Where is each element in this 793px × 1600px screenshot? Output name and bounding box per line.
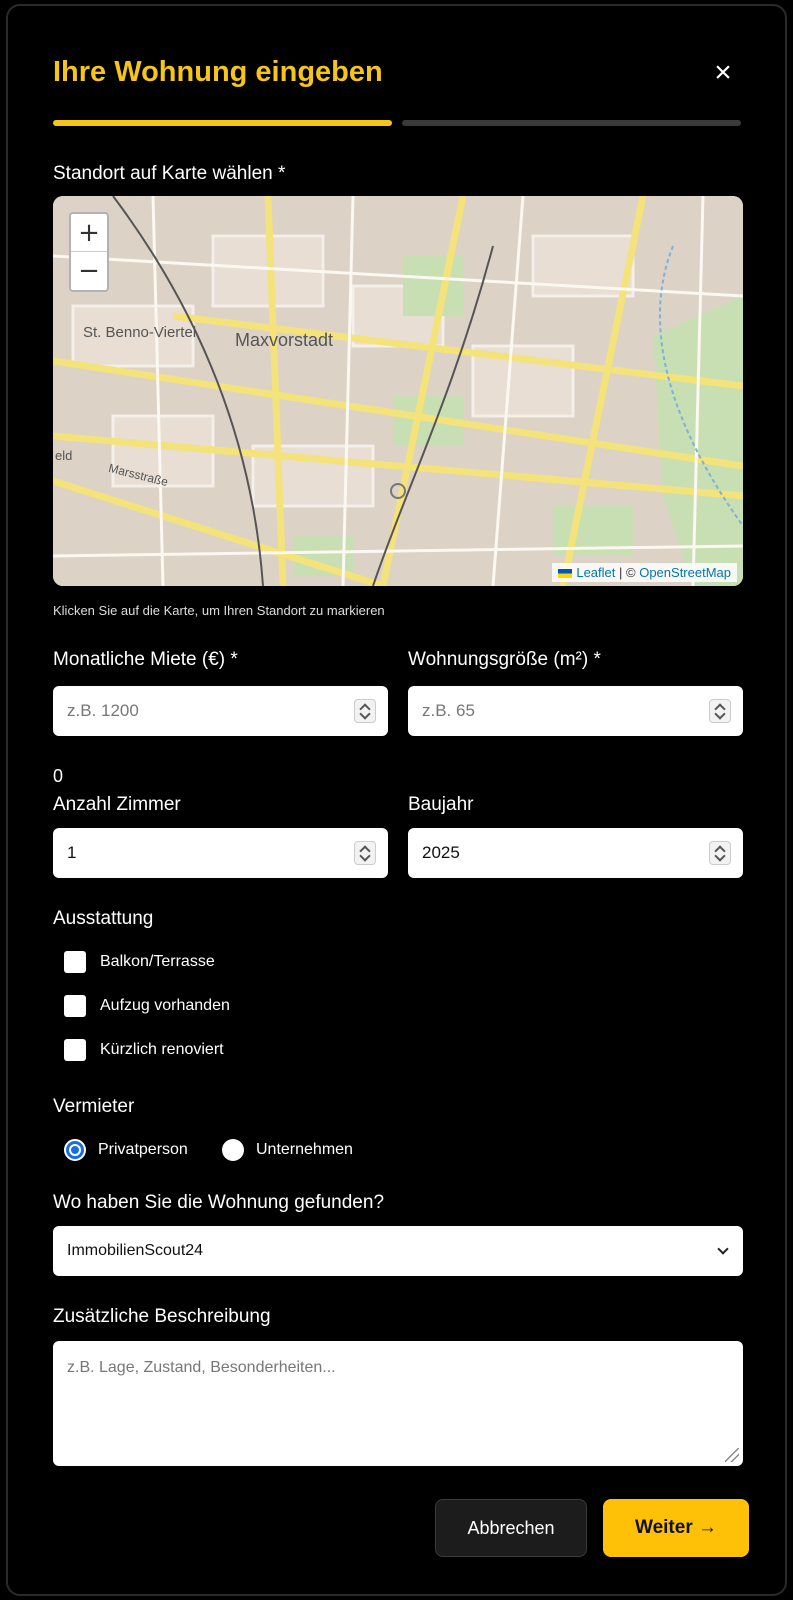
resize-handle-icon[interactable]	[725, 1448, 739, 1462]
year-label: Baujahr	[408, 794, 474, 815]
size-placeholder: z.B. 65	[422, 701, 475, 720]
leaflet-link[interactable]: Leaflet	[576, 565, 615, 580]
renovated-label: Kürzlich renoviert	[100, 1041, 224, 1058]
map-zoom-control: + −	[69, 212, 109, 292]
progress-step-2	[402, 120, 741, 126]
rooms-input[interactable]: 1	[53, 828, 388, 878]
map-hint: Klicken Sie auf die Karte, um Ihren Stan…	[53, 603, 385, 618]
year-stepper-icon[interactable]	[709, 841, 731, 865]
rent-input[interactable]: z.B. 1200	[53, 686, 388, 736]
map-label-maxvorstadt: Maxvorstadt	[235, 330, 334, 350]
apartment-entry-modal: Ihre Wohnung eingeben × Standort auf Kar…	[6, 4, 787, 1596]
feature-elevator[interactable]: Aufzug vorhanden	[64, 994, 230, 1018]
description-textarea[interactable]: z.B. Lage, Zustand, Besonderheiten...	[53, 1341, 743, 1466]
cancel-button[interactable]: Abbrechen	[435, 1499, 587, 1557]
private-label: Privatperson	[98, 1141, 188, 1158]
stray-value: 0	[53, 766, 64, 786]
description-label: Zusätzliche Beschreibung	[53, 1306, 271, 1327]
elevator-label: Aufzug vorhanden	[100, 997, 230, 1014]
map-label-edge: eld	[55, 448, 73, 463]
rooms-value: 1	[67, 843, 77, 862]
feature-balcony[interactable]: Balkon/Terrasse	[64, 950, 215, 974]
progress-step-1	[53, 120, 392, 126]
map-attribution: Leaflet | © OpenStreetMap	[552, 563, 737, 582]
elevator-checkbox[interactable]	[64, 995, 86, 1017]
features-label: Ausstattung	[53, 908, 154, 929]
source-selected-value: ImmobilienScout24	[67, 1242, 204, 1259]
description-placeholder: z.B. Lage, Zustand, Besonderheiten...	[67, 1359, 336, 1376]
map-label-benno: St. Benno-Viertel	[83, 324, 197, 341]
rent-label: Monatliche Miete (€) *	[53, 649, 238, 670]
size-label: Wohnungsgröße (m²) *	[408, 649, 601, 670]
openstreetmap-link[interactable]: OpenStreetMap	[639, 565, 731, 580]
next-button[interactable]: Weiter →	[603, 1499, 749, 1557]
map-tiles	[53, 196, 743, 586]
source-label: Wo haben Sie die Wohnung gefunden?	[53, 1192, 385, 1213]
year-input[interactable]: 2025	[408, 828, 743, 878]
attribution-separator: | ©	[619, 565, 636, 580]
rent-placeholder: z.B. 1200	[67, 701, 139, 720]
map-label: Standort auf Karte wählen *	[53, 163, 286, 184]
year-value: 2025	[422, 843, 460, 862]
close-icon[interactable]: ×	[708, 58, 738, 88]
rooms-stepper-icon[interactable]	[354, 841, 376, 865]
rooms-label: Anzahl Zimmer	[53, 794, 181, 815]
ukraine-flag-icon	[558, 569, 573, 579]
company-label: Unternehmen	[256, 1141, 353, 1158]
size-stepper-icon[interactable]	[709, 699, 731, 723]
feature-renovated[interactable]: Kürzlich renoviert	[64, 1038, 224, 1062]
private-radio[interactable]	[64, 1139, 86, 1161]
balcony-label: Balkon/Terrasse	[100, 953, 215, 970]
zoom-out-button[interactable]: −	[71, 252, 107, 290]
rent-stepper-icon[interactable]	[354, 699, 376, 723]
landlord-option-company[interactable]: Unternehmen	[222, 1138, 353, 1162]
size-input[interactable]: z.B. 65	[408, 686, 743, 736]
landlord-label: Vermieter	[53, 1096, 135, 1117]
zoom-in-button[interactable]: +	[71, 214, 107, 252]
source-select[interactable]: ImmobilienScout24	[53, 1226, 743, 1276]
modal-title: Ihre Wohnung eingeben	[53, 56, 383, 88]
renovated-checkbox[interactable]	[64, 1039, 86, 1061]
landlord-option-private[interactable]: Privatperson	[64, 1138, 188, 1162]
chevron-down-icon	[717, 1243, 729, 1255]
company-radio[interactable]	[222, 1139, 244, 1161]
balcony-checkbox[interactable]	[64, 951, 86, 973]
location-map[interactable]: + − St. Benno-Viertel Maxvorstadt Marsst…	[53, 196, 743, 586]
